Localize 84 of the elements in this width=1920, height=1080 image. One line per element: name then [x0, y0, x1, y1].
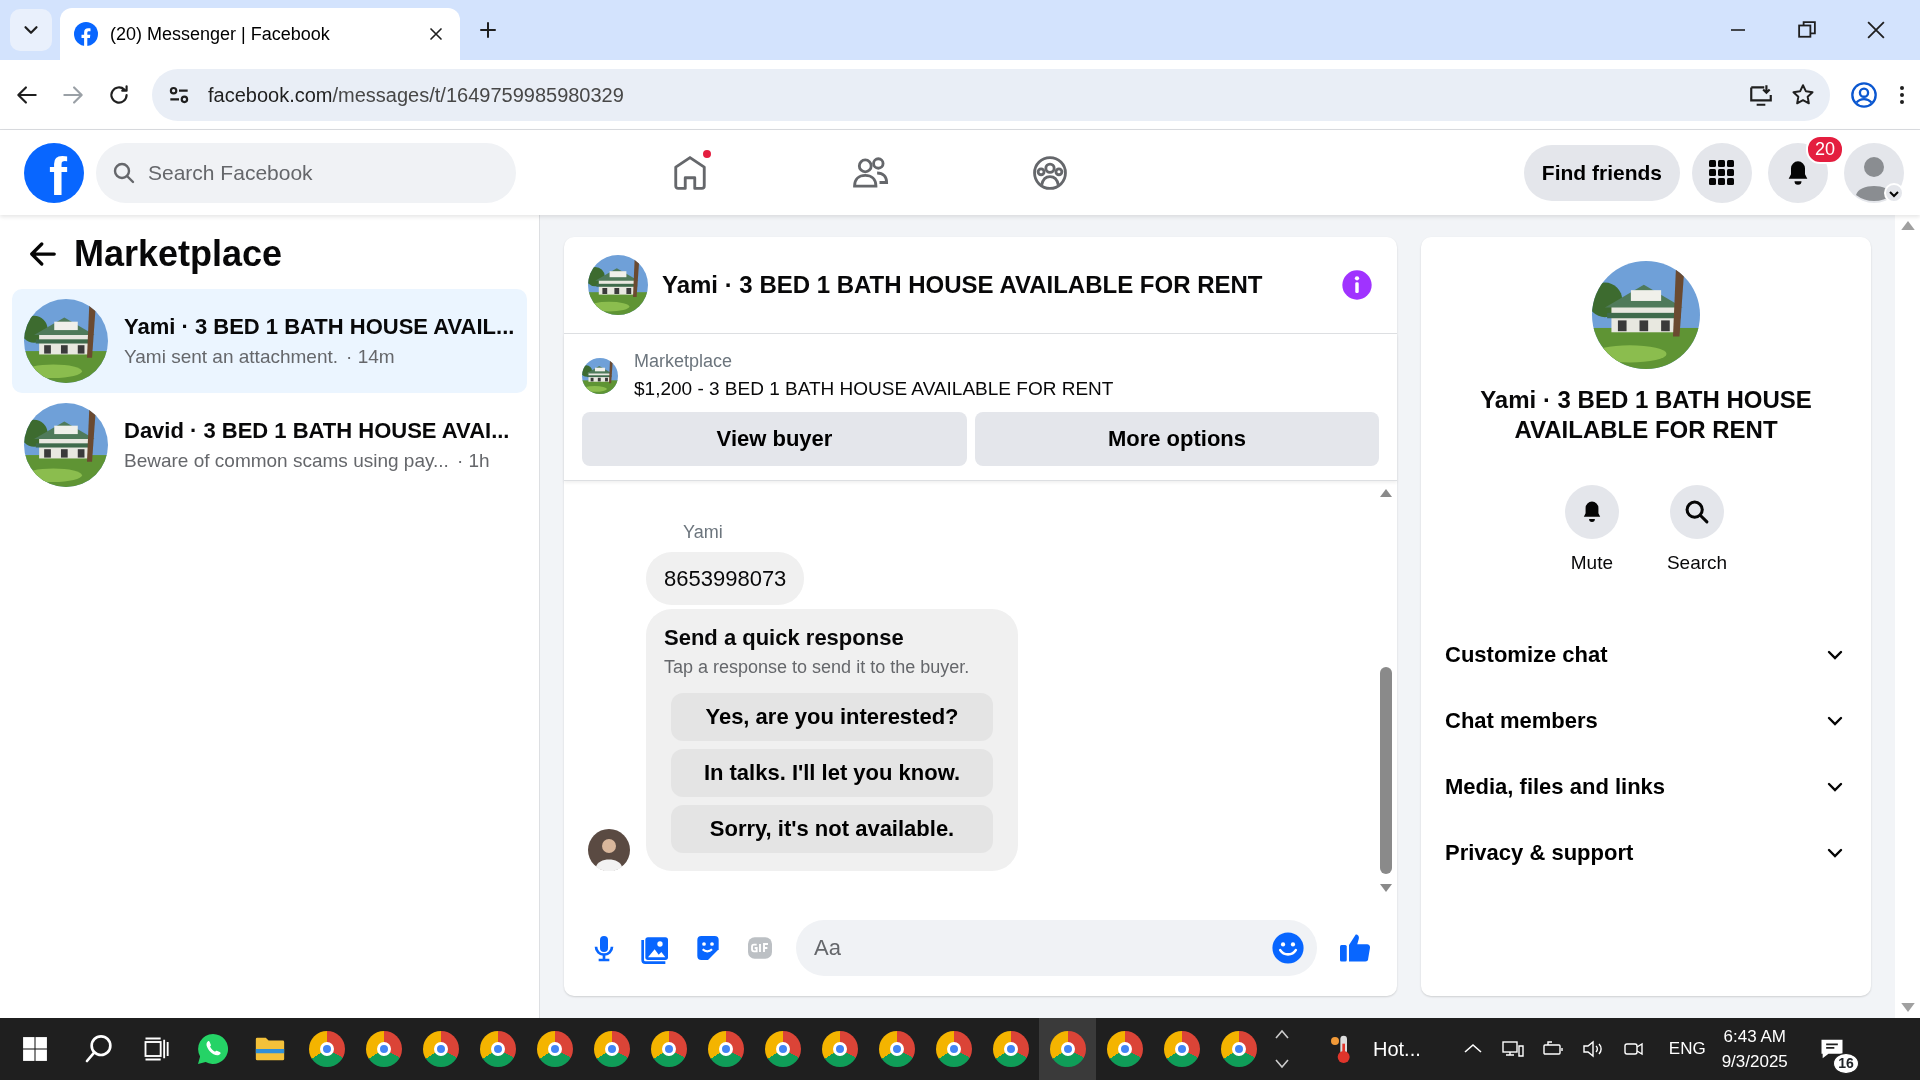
section-header[interactable]: Privacy & support [1445, 819, 1847, 886]
quick-response-option[interactable]: Yes, are you interested? [671, 692, 993, 741]
weather-button[interactable]: Hot... [1313, 1018, 1437, 1080]
section-header[interactable]: Media, files and links [1445, 753, 1847, 820]
quick-response-title: Send a quick response [664, 623, 905, 652]
search-icon [112, 160, 136, 185]
conversation-item[interactable]: Yami · 3 BED 1 BATH HOUSE AVAIL... Yami sent an attachment. · 14m [12, 289, 527, 393]
groups-icon [1030, 153, 1069, 192]
close-icon [1866, 21, 1885, 39]
browser-icon [650, 1031, 687, 1067]
avatar [588, 828, 630, 871]
conversation-name: Yami · 3 BED 1 BATH HOUSE AVAIL... [124, 313, 515, 342]
browser-icon [707, 1031, 744, 1067]
arrow-down-icon[interactable] [1900, 1003, 1915, 1012]
minimize-icon [1728, 29, 1747, 31]
account-button[interactable] [1844, 142, 1904, 203]
info-icon[interactable] [1341, 269, 1373, 301]
taskbar-scroll-icon[interactable] [1275, 1029, 1289, 1069]
taskbar-app-button[interactable] [1039, 1018, 1096, 1080]
windows-icon [22, 1036, 48, 1062]
arrow-down-icon[interactable] [1380, 884, 1392, 892]
notification-count: 16 [1833, 1053, 1859, 1074]
section-header[interactable]: Chat members [1445, 687, 1847, 754]
search-field[interactable]: Search Facebook [96, 142, 516, 203]
scrollbar-thumb[interactable] [1380, 666, 1392, 874]
browser-icon [479, 1031, 516, 1067]
listing-label: Marketplace [634, 350, 734, 373]
message-preview: Yami sent an attachment. [124, 345, 339, 370]
listing-title: $1,200 - 3 BED 1 BATH HOUSE AVAILABLE FOR RENT [634, 377, 1114, 401]
back-arrow-icon [28, 239, 58, 269]
browser-icon [422, 1031, 459, 1067]
emoji-icon[interactable] [1271, 931, 1305, 965]
chat-title: Yami · 3 BED 1 BATH HOUSE AVAILABLE FOR RENT [1479, 385, 1813, 445]
browser-icon [992, 1031, 1029, 1067]
conversation-name: David · 3 BED 1 BATH HOUSE AVAI... [124, 417, 510, 446]
section-header[interactable]: Customize chat [1445, 621, 1847, 688]
logo[interactable]: f [24, 142, 84, 203]
listing-button[interactable]: View buyer [582, 411, 967, 466]
browser-icon [536, 1031, 573, 1067]
browser-icon [878, 1031, 915, 1067]
chat-title: Yami · 3 BED 1 BATH HOUSE AVAILABLE FOR RENT [662, 270, 1264, 300]
grid-icon [1708, 158, 1736, 187]
back-button[interactable] [28, 239, 58, 269]
clock[interactable]: 6:43 AM 9/3/2025 [1721, 1023, 1788, 1075]
address-bar[interactable]: facebook.com/messages/t/1649759985980329 [152, 68, 1830, 121]
browser-tab[interactable]: (20) Messenger | Facebook [60, 8, 460, 60]
sender-name: Yami [683, 520, 724, 544]
conversation-item[interactable]: David · 3 BED 1 BATH HOUSE AVAI... Beware of common scams using pay... · 1h [12, 393, 527, 497]
quick-response-option[interactable]: Sorry, it's not available. [671, 804, 993, 853]
profile-icon[interactable] [1850, 80, 1878, 109]
notification-badge: 20 [1805, 134, 1844, 164]
tab-title: (20) Messenger | Facebook [110, 22, 331, 46]
favicon-icon [74, 22, 98, 46]
browser-icon [1049, 1031, 1086, 1067]
browser-icon [1106, 1031, 1143, 1067]
browser-icon [935, 1031, 972, 1067]
message-time: · 1h [456, 449, 490, 474]
browser-icon [821, 1031, 858, 1067]
arrow-up-icon[interactable] [1900, 221, 1915, 230]
message-time: · 14m [346, 345, 395, 370]
action-button[interactable] [1564, 485, 1619, 539]
tab-search-button[interactable] [10, 9, 52, 51]
url-text: facebook.com/messages/t/1649759985980329 [208, 82, 625, 108]
listing-button[interactable]: More options [975, 411, 1379, 466]
action-label: Mute [1570, 551, 1613, 575]
avatar [1844, 142, 1904, 203]
browser-icon [365, 1031, 402, 1067]
restore-icon [1797, 21, 1816, 39]
action-button[interactable] [1670, 485, 1724, 539]
browser-icon [308, 1031, 345, 1067]
browser-icon [1163, 1031, 1200, 1067]
message-bubble: 8653998073 [646, 551, 805, 605]
quick-response-subtitle: Tap a response to send it to the buyer. [664, 655, 971, 679]
message-field[interactable]: Aa [796, 920, 1317, 976]
action-label: Search [1666, 551, 1728, 575]
browser-icon [764, 1031, 801, 1067]
browser-icon [593, 1031, 630, 1067]
sidebar-title: Marketplace [74, 232, 283, 276]
language-indicator[interactable]: ENG [1668, 1036, 1706, 1062]
message-preview: Beware of common scams using pay... [124, 449, 449, 474]
find-friends-button[interactable]: Find friends [1523, 144, 1680, 201]
arrow-up-icon[interactable] [1380, 488, 1392, 497]
browser-icon [1220, 1031, 1257, 1067]
quick-response-option[interactable]: In talks. I'll let you know. [671, 748, 993, 797]
